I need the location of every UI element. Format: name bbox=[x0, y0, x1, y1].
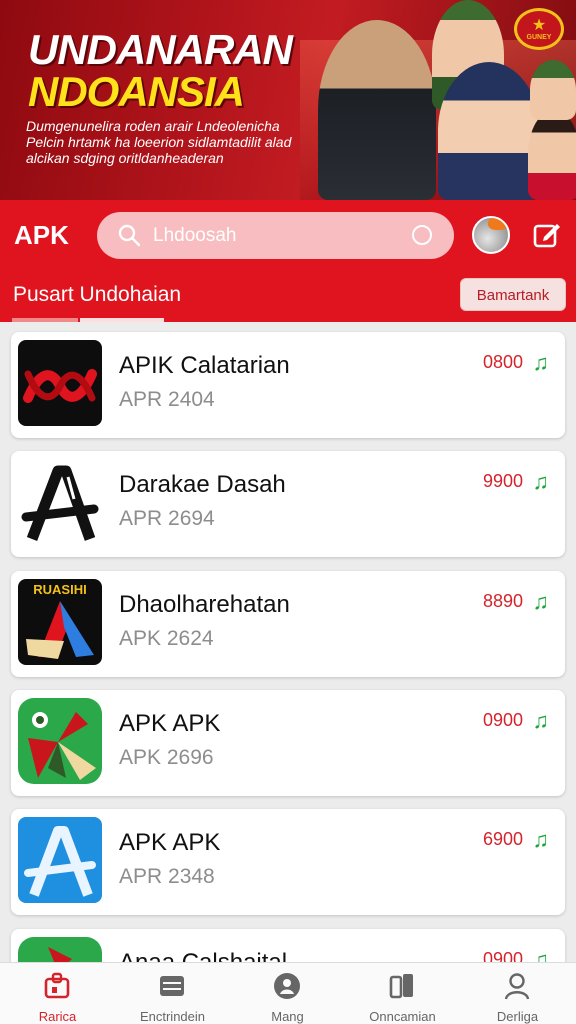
banner-badge-text: GUNEY bbox=[526, 34, 552, 41]
banner-subtitle-line: Pelcin hrtamk ha loeerion sidlamtadilit … bbox=[26, 134, 292, 150]
app-logo-label: APK bbox=[14, 220, 69, 250]
app-count: 0900 bbox=[482, 949, 523, 962]
list-item[interactable]: RUASIHI Dhaolharehatan APK 2624 8890 ♫ bbox=[11, 571, 565, 677]
app-name: APK APK bbox=[119, 829, 221, 856]
red-swirl-icon bbox=[18, 340, 102, 426]
banner-title-line2: NDOANSIA bbox=[28, 68, 245, 115]
bottom-navigation: Rarica Enctrindein Mang Onncamian Derlig… bbox=[0, 962, 576, 1024]
app-name: APK APK bbox=[119, 710, 221, 737]
app-name: Dhaolharehatan bbox=[119, 591, 290, 618]
nav-item-storage[interactable]: Enctrindein bbox=[115, 963, 230, 1024]
banner-figure-police bbox=[438, 62, 540, 200]
app-name: Darakae Dasah bbox=[119, 471, 286, 498]
nav-item-apps[interactable]: Onncamian bbox=[345, 963, 460, 1024]
music-note-icon[interactable]: ♫ bbox=[533, 589, 550, 615]
app-name: APIK Calatarian bbox=[119, 352, 290, 379]
music-note-icon[interactable]: ♫ bbox=[533, 469, 550, 495]
nav-item-home[interactable]: Rarica bbox=[0, 963, 115, 1024]
apps-icon bbox=[389, 974, 413, 999]
app-version: APR 2404 bbox=[119, 388, 215, 411]
green-icon bbox=[18, 937, 102, 962]
app-count: 0900 bbox=[482, 710, 523, 730]
search-value: Lhdoosah bbox=[153, 225, 237, 246]
app-list[interactable]: APIK Calatarian APR 2404 0800 ♫ Darakae … bbox=[0, 322, 576, 962]
list-item[interactable]: APIK Calatarian APR 2404 0800 ♫ bbox=[11, 332, 565, 438]
app-count: 6900 bbox=[482, 829, 523, 849]
home-icon bbox=[44, 972, 70, 999]
avatar-bird-graphic bbox=[488, 218, 508, 230]
banner-title-line1: UNDANARAN bbox=[28, 26, 293, 73]
app-version: APK 2624 bbox=[119, 627, 214, 650]
app-count: 9900 bbox=[482, 471, 523, 491]
star-icon: ★ bbox=[531, 17, 547, 34]
triangle-a-icon: RUASIHI bbox=[18, 579, 102, 665]
list-item[interactable]: APK APK APR 2348 6900 ♫ bbox=[11, 809, 565, 915]
clear-search-icon[interactable] bbox=[412, 225, 432, 245]
nav-label: Enctrindein bbox=[139, 1009, 206, 1024]
edit-icon[interactable] bbox=[532, 220, 562, 250]
banner-figure-cadet bbox=[530, 60, 576, 120]
bookmark-button[interactable]: Bamartank bbox=[460, 278, 566, 311]
blue-a-icon bbox=[18, 817, 102, 903]
music-note-icon[interactable]: ♫ bbox=[533, 947, 550, 962]
nav-item-user[interactable]: Derliga bbox=[460, 963, 575, 1024]
search-icon bbox=[118, 224, 141, 247]
list-item[interactable]: Darakae Dasah APR 2694 9900 ♫ bbox=[11, 451, 565, 557]
banner-figure-soldier bbox=[318, 20, 436, 200]
promo-banner[interactable]: ★ GUNEY UNDANARAN NDOANSIA Dumgenunelira… bbox=[0, 0, 576, 200]
nav-label: Mang bbox=[271, 1009, 304, 1024]
section-title: Pusart Undohaian bbox=[13, 283, 182, 306]
avatar[interactable] bbox=[472, 216, 510, 254]
nav-label: Onncamian bbox=[369, 1009, 436, 1024]
banner-badge: ★ GUNEY bbox=[514, 8, 564, 50]
app-icon-text: RUASIHI bbox=[33, 582, 87, 597]
black-a-icon bbox=[18, 459, 102, 545]
app-version: APR 2694 bbox=[119, 507, 215, 530]
banner-figure-girl bbox=[528, 110, 576, 200]
banner-subtitle: Dumgenunelira roden arair Lndeolenicha P… bbox=[26, 118, 316, 166]
app-version: APR 2348 bbox=[119, 865, 215, 888]
list-item[interactable]: APK APK APK 2696 0900 ♫ bbox=[11, 690, 565, 796]
ribbon-icon bbox=[18, 698, 102, 784]
music-note-icon[interactable]: ♫ bbox=[533, 350, 550, 376]
nav-label: Rarica bbox=[38, 1009, 77, 1024]
nav-label: Derliga bbox=[496, 1009, 539, 1024]
storage-icon bbox=[160, 976, 184, 996]
app-count: 0800 bbox=[482, 352, 523, 372]
user-icon bbox=[504, 973, 530, 1000]
app-count: 8890 bbox=[482, 591, 523, 611]
banner-subtitle-line: Dumgenunelira roden arair Lndeolenicha bbox=[26, 118, 280, 134]
app-version: APK 2696 bbox=[119, 746, 214, 769]
music-note-icon[interactable]: ♫ bbox=[533, 708, 550, 734]
list-item[interactable]: Anaa Calshaital 0900 ♫ bbox=[11, 929, 565, 962]
banner-subtitle-line: alcikan sdging oritldanheaderan bbox=[26, 150, 224, 166]
search-input[interactable]: Lhdoosah bbox=[97, 212, 454, 259]
music-note-icon[interactable]: ♫ bbox=[533, 827, 550, 853]
profile-circle-icon bbox=[274, 973, 300, 999]
nav-item-profile[interactable]: Mang bbox=[230, 963, 345, 1024]
app-name: Anaa Calshaital bbox=[119, 949, 287, 962]
